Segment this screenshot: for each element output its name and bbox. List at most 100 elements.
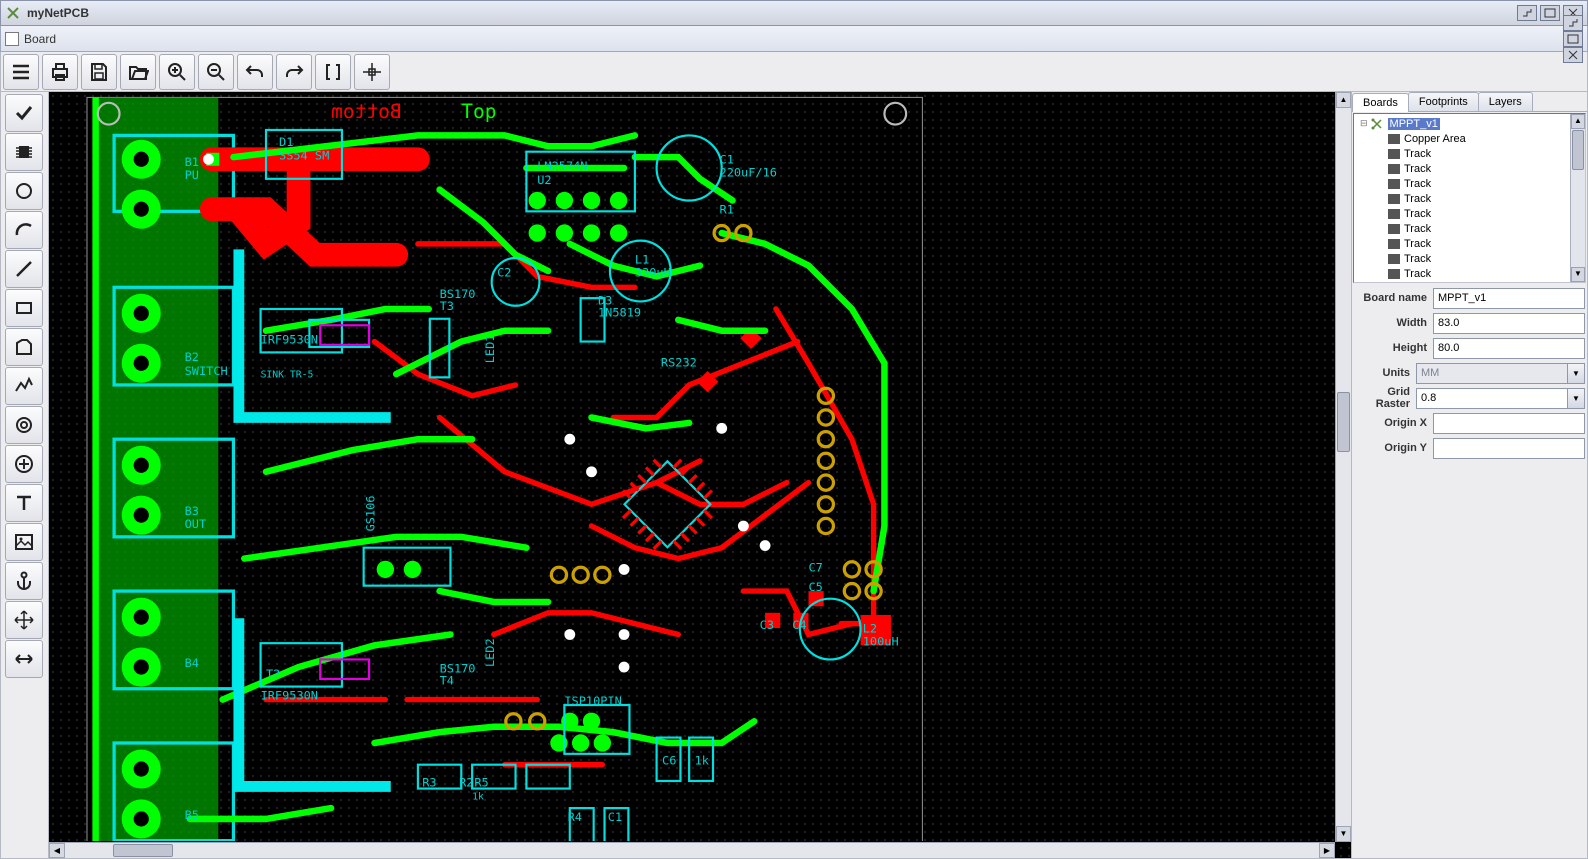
units-dropdown-button[interactable]: ▼ [1567, 363, 1585, 384]
svg-text:PU: PU [185, 168, 199, 182]
origin-y-input[interactable] [1433, 438, 1585, 459]
svg-text:B4: B4 [185, 656, 199, 670]
scroll-left-icon[interactable]: ◀ [49, 843, 65, 858]
width-input[interactable] [1433, 313, 1585, 334]
scroll-up-icon[interactable]: ▲ [1336, 92, 1351, 108]
doc-maximize-button[interactable] [1563, 31, 1583, 47]
scroll-down-icon[interactable]: ▼ [1571, 267, 1585, 282]
svg-text:SWITCH: SWITCH [185, 364, 228, 378]
grid-raster-dropdown-button[interactable]: ▼ [1567, 388, 1585, 409]
window-maximize-button[interactable] [1540, 5, 1560, 21]
label-height: Height [1354, 342, 1433, 354]
svg-text:R3: R3 [422, 775, 436, 789]
rect-tool[interactable] [5, 289, 43, 327]
chevron-down-icon: ▼ [1572, 394, 1580, 403]
right-tabs: Boards Footprints Layers [1352, 92, 1587, 112]
text-tool[interactable] [5, 484, 43, 522]
tree-item[interactable]: Track [1356, 221, 1567, 236]
crosshair-button[interactable] [354, 54, 390, 90]
tree-item[interactable]: Track [1356, 146, 1567, 161]
line-tool[interactable] [5, 250, 43, 288]
scroll-down-icon[interactable]: ▼ [1336, 826, 1351, 842]
polyline-tool[interactable] [5, 367, 43, 405]
vscroll-thumb[interactable] [1337, 392, 1350, 452]
target-tool[interactable] [5, 406, 43, 444]
image-tool[interactable] [5, 523, 43, 561]
tab-layers[interactable]: Layers [1478, 92, 1533, 111]
svg-text:1k: 1k [472, 791, 484, 802]
app-titlebar: myNetPCB [0, 0, 1588, 26]
layer-icon [1388, 209, 1400, 219]
zoom-out-button[interactable] [198, 54, 234, 90]
scroll-up-icon[interactable]: ▲ [1571, 114, 1585, 129]
tree-item[interactable]: Track [1356, 176, 1567, 191]
arc-tool[interactable] [5, 211, 43, 249]
save-button[interactable] [81, 54, 117, 90]
canvas-vscrollbar[interactable]: ▲ ▼ [1335, 92, 1351, 842]
redo-button[interactable] [276, 54, 312, 90]
polygon-tool[interactable] [5, 328, 43, 366]
tree-item[interactable]: Copper Area [1356, 131, 1567, 146]
svg-text:LED1: LED1 [483, 335, 497, 364]
label-origin-y: Origin Y [1354, 442, 1433, 454]
units-select[interactable] [1416, 363, 1567, 384]
outline-tree[interactable]: ⊟ MPPT_v1 Copper Area Track Track Track … [1353, 113, 1586, 283]
svg-text:R1: R1 [720, 203, 734, 217]
layer-icon [1388, 164, 1400, 174]
svg-text:L2: L2 [863, 621, 877, 635]
scroll-right-icon[interactable]: ▶ [1319, 843, 1335, 858]
layer-icon [1388, 239, 1400, 249]
pcb-canvas[interactable]: Top Bottom [49, 92, 1351, 858]
layer-icon [1388, 254, 1400, 264]
tab-footprints[interactable]: Footprints [1408, 92, 1479, 111]
svg-text:Bottom: Bottom [331, 100, 402, 123]
tree-scrollbar[interactable]: ▲ ▼ [1570, 114, 1585, 282]
check-tool[interactable] [5, 94, 43, 132]
brackets-button[interactable] [315, 54, 351, 90]
svg-text:IRF9530N: IRF9530N [261, 689, 318, 703]
svg-text:330uH: 330uH [635, 265, 671, 279]
svg-text:100uH: 100uH [863, 634, 899, 648]
app-title: myNetPCB [27, 6, 1517, 20]
tree-item[interactable]: Track [1356, 236, 1567, 251]
tree-item[interactable]: Track [1356, 251, 1567, 266]
window-minimize2-button[interactable] [1517, 5, 1537, 21]
tab-boards[interactable]: Boards [1352, 93, 1409, 112]
svg-text:C3: C3 [760, 618, 774, 632]
menu-button[interactable] [3, 54, 39, 90]
tree-item[interactable]: Track [1356, 191, 1567, 206]
tree-item[interactable]: Track [1356, 266, 1567, 281]
ellipse-tool[interactable] [5, 172, 43, 210]
left-toolbox [1, 92, 49, 858]
hscroll-thumb[interactable] [113, 844, 173, 857]
move-tool[interactable] [5, 601, 43, 639]
doc-minimize2-button[interactable] [1563, 15, 1583, 31]
svg-text:T2: T2 [266, 667, 280, 681]
open-button[interactable] [120, 54, 156, 90]
print-button[interactable] [42, 54, 78, 90]
grid-raster-select[interactable] [1416, 388, 1567, 409]
svg-text:SINK TR-5: SINK TR-5 [261, 369, 314, 380]
board-name-input[interactable] [1433, 288, 1585, 309]
height-input[interactable] [1433, 338, 1585, 359]
zoom-in-button[interactable] [159, 54, 195, 90]
tree-item[interactable]: Track [1356, 161, 1567, 176]
svg-text:C1: C1 [608, 810, 622, 824]
add-tool[interactable] [5, 445, 43, 483]
tree-root[interactable]: ⊟ MPPT_v1 [1356, 116, 1567, 131]
svg-text:SS54 SM: SS54 SM [279, 148, 329, 162]
hresize-tool[interactable] [5, 640, 43, 678]
label-origin-x: Origin X [1354, 417, 1433, 429]
svg-text:B2: B2 [185, 350, 199, 364]
doc-close-button[interactable] [1563, 47, 1583, 63]
tree-scroll-thumb[interactable] [1572, 130, 1584, 170]
undo-button[interactable] [237, 54, 273, 90]
svg-text:D1: D1 [279, 135, 293, 149]
tree-root-label: MPPT_v1 [1388, 118, 1440, 130]
origin-x-input[interactable] [1433, 413, 1585, 434]
svg-text:1k: 1k [695, 754, 709, 768]
anchor-tool[interactable] [5, 562, 43, 600]
tree-item[interactable]: Track [1356, 206, 1567, 221]
canvas-hscrollbar[interactable]: ◀ ▶ [49, 842, 1335, 858]
chip-tool[interactable] [5, 133, 43, 171]
